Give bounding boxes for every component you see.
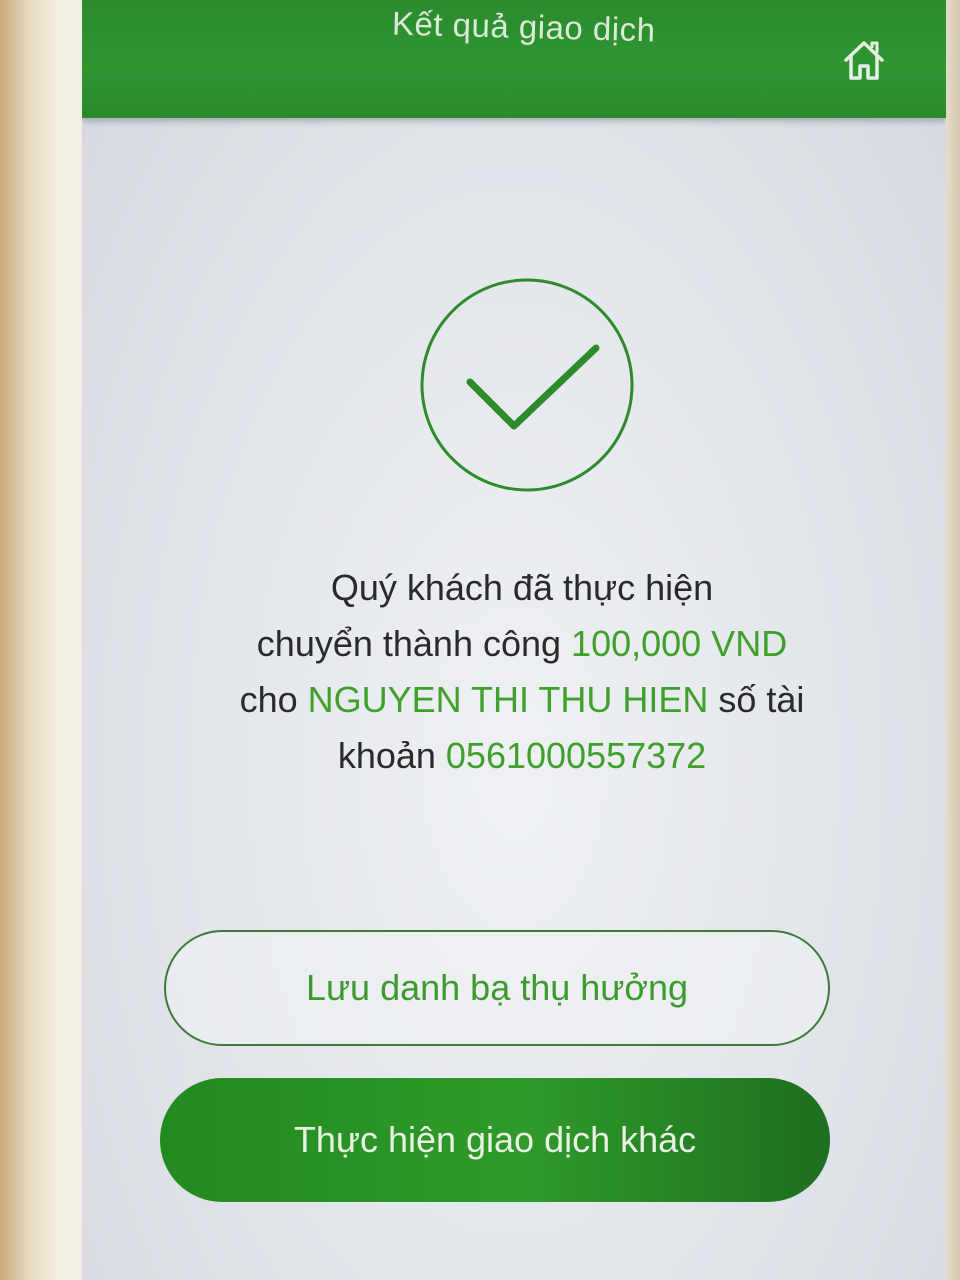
new-transaction-button[interactable]: Thực hiện giao dịch khác <box>160 1078 830 1202</box>
result-message: Quý khách đã thực hiện chuyển thành công… <box>182 560 862 784</box>
app-header: Kết quả giao dịch <box>82 0 946 118</box>
save-beneficiary-button[interactable]: Lưu danh bạ thụ hưởng <box>164 930 830 1046</box>
message-text: chuyển thành công <box>256 623 572 664</box>
message-text: khoản <box>337 735 446 776</box>
phone-screen: Kết quả giao dịch Quý khách đã thực hiện… <box>82 0 946 1280</box>
transfer-amount: 100,000 VND <box>571 623 788 664</box>
message-text: cho <box>239 679 308 720</box>
home-button[interactable] <box>840 36 888 84</box>
success-indicator <box>418 276 636 494</box>
message-line-4: khoản 0561000557372 <box>182 728 862 784</box>
account-number: 0561000557372 <box>445 735 707 776</box>
message-line-2: chuyển thành công 100,000 VND <box>182 616 862 672</box>
page-title: Kết quả giao dịch <box>391 4 656 49</box>
recipient-name: NGUYEN THI THU HIEN <box>307 679 709 720</box>
home-icon <box>844 41 884 80</box>
message-text: số tài <box>708 679 805 720</box>
message-line-3: cho NGUYEN THI THU HIEN số tài <box>182 672 862 728</box>
checkmark-circle-icon <box>420 278 634 492</box>
message-line-1: Quý khách đã thực hiện <box>330 567 714 608</box>
